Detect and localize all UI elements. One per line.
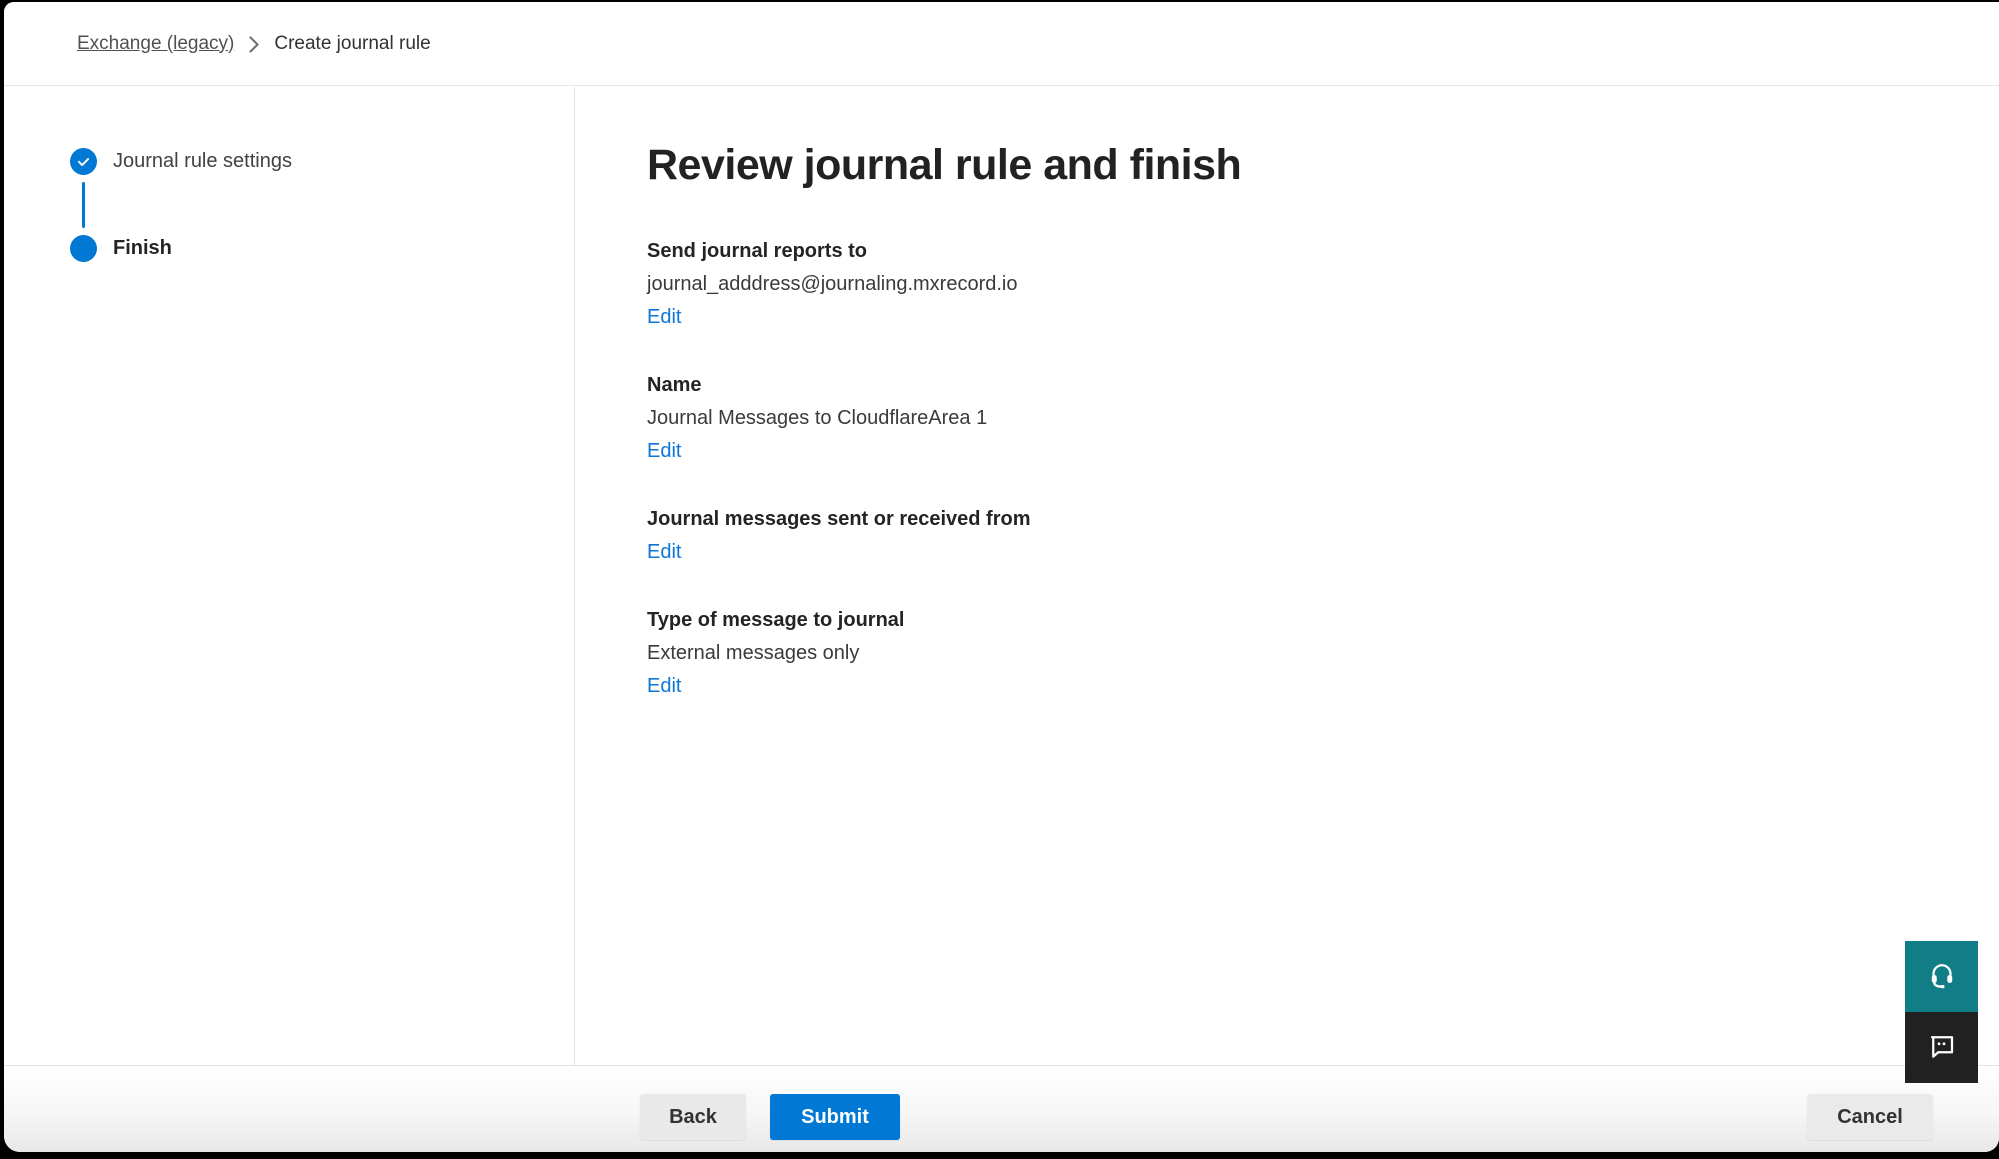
wizard-steps-sidebar: Journal rule settings Finish (4, 87, 575, 1065)
section-value: External messages only (647, 640, 1939, 666)
wizard-body: Journal rule settings Finish Review jour… (4, 87, 1999, 1065)
step-connector-line (82, 182, 85, 228)
section-value: journal_adddress@journaling.mxrecord.io (647, 271, 1939, 297)
chevron-right-icon (248, 36, 260, 53)
app-window: Exchange (legacy) Create journal rule Jo… (4, 2, 1999, 1152)
edit-journal-messages-scope-link[interactable]: Edit (647, 539, 681, 565)
feedback-button[interactable] (1905, 1012, 1978, 1083)
step-label-finish: Finish (113, 235, 172, 262)
help-widgets (1905, 941, 1978, 1083)
wizard-step-journal-rule-settings[interactable]: Journal rule settings (70, 148, 292, 175)
breadcrumb: Exchange (legacy) Create journal rule (77, 33, 431, 55)
section-label: Name (647, 372, 1939, 398)
breadcrumb-current-page: Create journal rule (274, 33, 430, 55)
edit-name-link[interactable]: Edit (647, 438, 681, 464)
section-value: Journal Messages to CloudflareArea 1 (647, 405, 1939, 431)
wizard-step-finish[interactable]: Finish (70, 235, 172, 262)
edit-send-journal-reports-link[interactable]: Edit (647, 304, 681, 330)
section-label: Send journal reports to (647, 238, 1939, 264)
headset-icon (1927, 960, 1957, 993)
back-button[interactable]: Back (640, 1094, 746, 1140)
cancel-button[interactable]: Cancel (1807, 1094, 1933, 1140)
review-section-journal-messages-scope: Journal messages sent or received from E… (647, 506, 1939, 565)
page-title: Review journal rule and finish (647, 137, 1939, 193)
section-label: Journal messages sent or received from (647, 506, 1939, 532)
review-section-message-type: Type of message to journal External mess… (647, 607, 1939, 699)
support-button[interactable] (1905, 941, 1978, 1012)
breadcrumb-exchange-legacy[interactable]: Exchange (legacy) (77, 33, 234, 55)
review-section-send-journal-reports-to: Send journal reports to journal_adddress… (647, 238, 1939, 330)
wizard-footer: Back Submit Cancel (4, 1065, 1999, 1152)
review-section-name: Name Journal Messages to CloudflareArea … (647, 372, 1939, 464)
review-panel: Review journal rule and finish Send jour… (575, 87, 1999, 1065)
breadcrumb-bar: Exchange (legacy) Create journal rule (4, 2, 1999, 86)
step-current-dot-icon (70, 235, 97, 262)
step-completed-check-icon (70, 148, 97, 175)
chat-icon (1927, 1031, 1957, 1064)
edit-message-type-link[interactable]: Edit (647, 673, 681, 699)
step-label-journal-rule-settings: Journal rule settings (113, 148, 292, 175)
section-label: Type of message to journal (647, 607, 1939, 633)
submit-button[interactable]: Submit (770, 1094, 900, 1140)
